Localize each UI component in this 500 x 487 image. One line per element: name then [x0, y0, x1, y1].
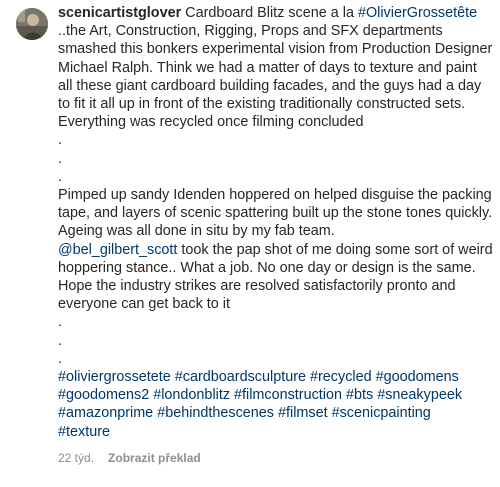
hashtag-link[interactable]: #scenicpainting: [332, 405, 431, 421]
caption-segment: Cardboard Blitz scene a la: [181, 5, 358, 21]
avatar[interactable]: [16, 8, 48, 40]
avatar-photo-icon: [16, 8, 48, 40]
hashtag-link[interactable]: #recycled: [310, 369, 372, 385]
caption-segment: took the pap shot of me doing some sort …: [58, 241, 493, 367]
mention-link[interactable]: @bel_gilbert_scott: [58, 242, 177, 258]
username-link[interactable]: scenicartistglover: [58, 5, 181, 21]
timestamp[interactable]: 22 týd.: [58, 450, 94, 466]
hashtag-link[interactable]: #bts: [346, 387, 373, 403]
hashtag-link[interactable]: #cardboardsculpture: [175, 369, 306, 385]
hashtag-link[interactable]: #amazonprime: [58, 405, 153, 421]
hashtag-link[interactable]: #londonblitz: [153, 387, 230, 403]
hashtag-link[interactable]: #filmset: [278, 405, 328, 421]
see-translation-button[interactable]: Zobrazit překlad: [108, 450, 201, 466]
hashtag-link[interactable]: #goodomens: [376, 369, 459, 385]
hashtag-link[interactable]: #texture: [58, 424, 110, 440]
comment-body: scenicartistglover Cardboard Blitz scene…: [58, 4, 494, 466]
comment-meta: 22 týd. Zobrazit překlad: [58, 450, 494, 466]
hashtag-link[interactable]: #OlivierGrossetête: [358, 5, 477, 21]
hashtag-link[interactable]: #filmconstruction: [234, 387, 342, 403]
post-caption-comment: scenicartistglover Cardboard Blitz scene…: [0, 0, 500, 487]
hashtag-link[interactable]: #goodomens2: [58, 387, 149, 403]
hashtag-link[interactable]: #sneakypeek: [377, 387, 462, 403]
hashtag-link[interactable]: #oliviergrossetete: [58, 369, 171, 385]
caption-text: scenicartistglover Cardboard Blitz scene…: [58, 4, 494, 441]
caption-segment: ..the Art, Construction, Rigging, Props …: [58, 23, 493, 240]
hashtag-link[interactable]: #behindthescenes: [157, 405, 274, 421]
